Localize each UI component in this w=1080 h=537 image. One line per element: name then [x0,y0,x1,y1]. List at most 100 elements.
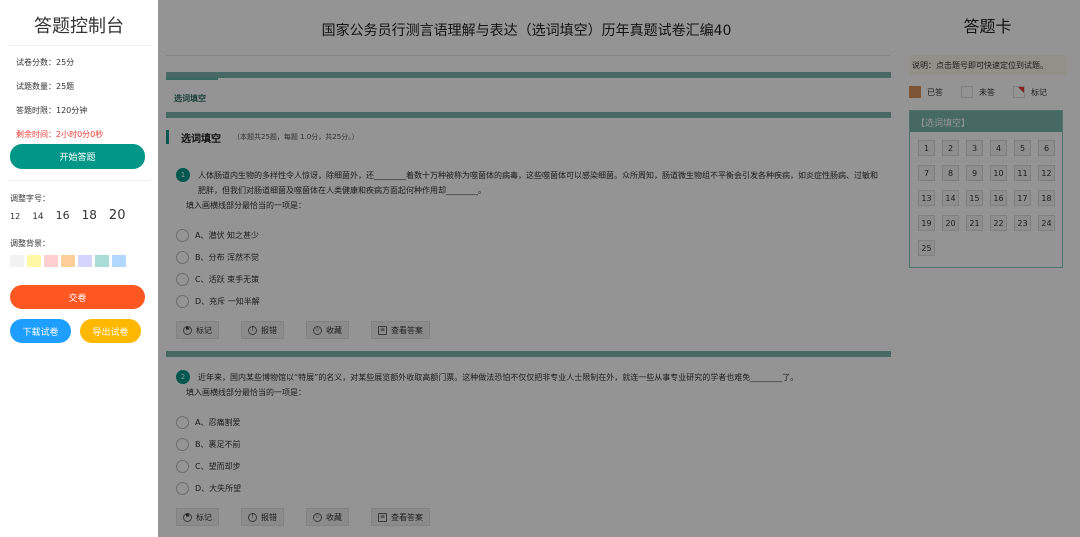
answer-card-cell[interactable]: 23 [1014,215,1031,231]
answer-card-cell[interactable]: 4 [990,140,1007,156]
answer-card-cell[interactable]: 6 [1038,140,1055,156]
font-size-14[interactable]: 14 [32,212,43,222]
report-error-button[interactable]: ! 报错 [241,508,284,526]
background-swatch[interactable] [112,255,126,267]
radio[interactable] [176,481,189,495]
answer-card-cell[interactable]: 10 [990,165,1007,181]
info-count: 试题数量：25题 [16,80,158,104]
answer-card-cell[interactable]: 24 [1038,215,1055,231]
action-label: 查看答案 [391,512,423,522]
unanswered-swatch [961,86,973,98]
start-answer-button[interactable]: 开始答题 [10,144,145,169]
mark-button[interactable]: ⚑ 标记 [176,321,219,339]
background-swatch[interactable] [95,255,109,267]
background-label: 调整背景： [10,239,50,248]
option-b[interactable]: B、裹足不前 [176,433,881,455]
font-size-20[interactable]: 20 [109,208,126,223]
alert-icon: ! [248,325,257,335]
font-size-options: 12 14 16 18 20 [10,208,137,223]
radio[interactable] [176,459,189,473]
option-c[interactable]: C、活跃 束手无策 [176,268,881,290]
answer-card-cell[interactable]: 11 [1014,165,1031,181]
answer-card-cell[interactable]: 18 [1038,190,1055,206]
font-size-12[interactable]: 12 [10,212,20,221]
control-panel-title: 答题控制台 [8,0,150,46]
answer-card-cell[interactable]: 8 [942,165,959,181]
question-stem: 2 近年来，国内某些博物馆以“特展”的名义，对某些展览额外收取高额门票。这种做法… [176,370,881,385]
answered-swatch [909,86,921,98]
answer-card-cell[interactable]: 7 [918,165,935,181]
info-value: 120分钟 [56,106,88,115]
section-bar [166,72,891,78]
radio[interactable] [176,250,189,264]
view-answer-button[interactable]: ≡ 查看答案 [371,508,430,526]
answer-card-cell[interactable]: 14 [942,190,959,206]
answer-card-note: 说明：点击题号即可快速定位到试题。 [909,55,1067,75]
answer-card-cell[interactable]: 13 [918,190,935,206]
question-2: 2 近年来，国内某些博物馆以“特展”的名义，对某些展览额外收取高额门票。这种做法… [176,370,881,526]
option-d[interactable]: D、大失所望 [176,477,881,499]
radio[interactable] [176,415,189,429]
radio[interactable] [176,294,189,308]
option-b[interactable]: B、分布 浑然不觉 [176,246,881,268]
option-a[interactable]: A、忍痛割爱 [176,411,881,433]
background-swatch[interactable] [78,255,92,267]
question-stem: 1 人体肠道内生物的多样性令人惊讶，除细菌外，还________着数十万种被称为… [176,168,881,198]
answer-card-cell[interactable]: 16 [990,190,1007,206]
section-subtitle: （本题共25题，每题 1.0分，共25分。） [233,133,359,141]
answer-card-cell[interactable]: 20 [942,215,959,231]
action-label: 报错 [261,512,277,522]
background-swatch[interactable] [10,255,24,267]
font-size-16[interactable]: 16 [56,209,70,222]
submit-button[interactable]: 交卷 [10,285,145,309]
document-icon: ≡ [378,325,387,335]
question-prompt: 填入画横线部分最恰当的一项是： [186,201,306,210]
question-actions: ⚑ 标记 ! 报错 ☆ 收藏 ≡ 查看答案 [176,321,881,339]
marked-swatch [1013,86,1025,98]
export-button[interactable]: 导出试卷 [80,319,141,343]
background-swatch[interactable] [27,255,41,267]
alert-icon: ! [248,512,257,522]
radio[interactable] [176,437,189,451]
answer-card-cell[interactable]: 12 [1038,165,1055,181]
divider [8,180,150,181]
radio[interactable] [176,228,189,242]
tab-xuanci[interactable]: 选词填空 [166,78,218,104]
background-swatches [10,255,126,267]
favorite-button[interactable]: ☆ 收藏 [306,508,349,526]
answer-card-cell[interactable]: 15 [966,190,983,206]
answer-card-cell[interactable]: 21 [966,215,983,231]
report-error-button[interactable]: ! 报错 [241,321,284,339]
star-icon: ☆ [313,325,322,335]
background-swatch[interactable] [44,255,58,267]
answer-card-cell[interactable]: 19 [918,215,935,231]
radio[interactable] [176,272,189,286]
question-text: 人体肠道内生物的多样性令人惊讶，除细菌外，还________着数十万种被称为噬菌… [198,171,878,195]
section-bar [166,112,891,118]
answer-card-cell[interactable]: 9 [966,165,983,181]
answer-card-panel: 答题卡 说明：点击题号即可快速定位到试题。 已答 未答 标记 【选词填空】 12… [895,0,1080,537]
legend-answered: 已答 [927,87,943,97]
download-button[interactable]: 下载试卷 [10,319,71,343]
action-label: 标记 [196,512,212,522]
answer-card-cell[interactable]: 17 [1014,190,1031,206]
option-c[interactable]: C、望而却步 [176,455,881,477]
answer-card-cell[interactable]: 2 [942,140,959,156]
option-label: D、大失所望 [195,483,242,493]
font-size-18[interactable]: 18 [82,208,97,222]
background-swatch[interactable] [61,255,75,267]
answer-card-cell[interactable]: 1 [918,140,935,156]
answer-card-cell[interactable]: 3 [966,140,983,156]
view-answer-button[interactable]: ≡ 查看答案 [371,321,430,339]
answer-card-cell[interactable]: 5 [1014,140,1031,156]
option-d[interactable]: D、充斥 一知半解 [176,290,881,312]
question-number: 1 [176,168,190,182]
section-bar [166,351,891,357]
favorite-button[interactable]: ☆ 收藏 [306,321,349,339]
exam-main: 国家公务员行测言语理解与表达（选词填空）历年真题试卷汇编40 选词填空 选词填空… [158,0,895,537]
answer-card-cell[interactable]: 25 [918,240,935,256]
option-a[interactable]: A、潜伏 知之甚少 [176,224,881,246]
answer-card-cell[interactable]: 22 [990,215,1007,231]
mark-button[interactable]: ⚑ 标记 [176,508,219,526]
section-header: 选词填空 （本题共25题，每题 1.0分，共25分。） [166,130,359,145]
